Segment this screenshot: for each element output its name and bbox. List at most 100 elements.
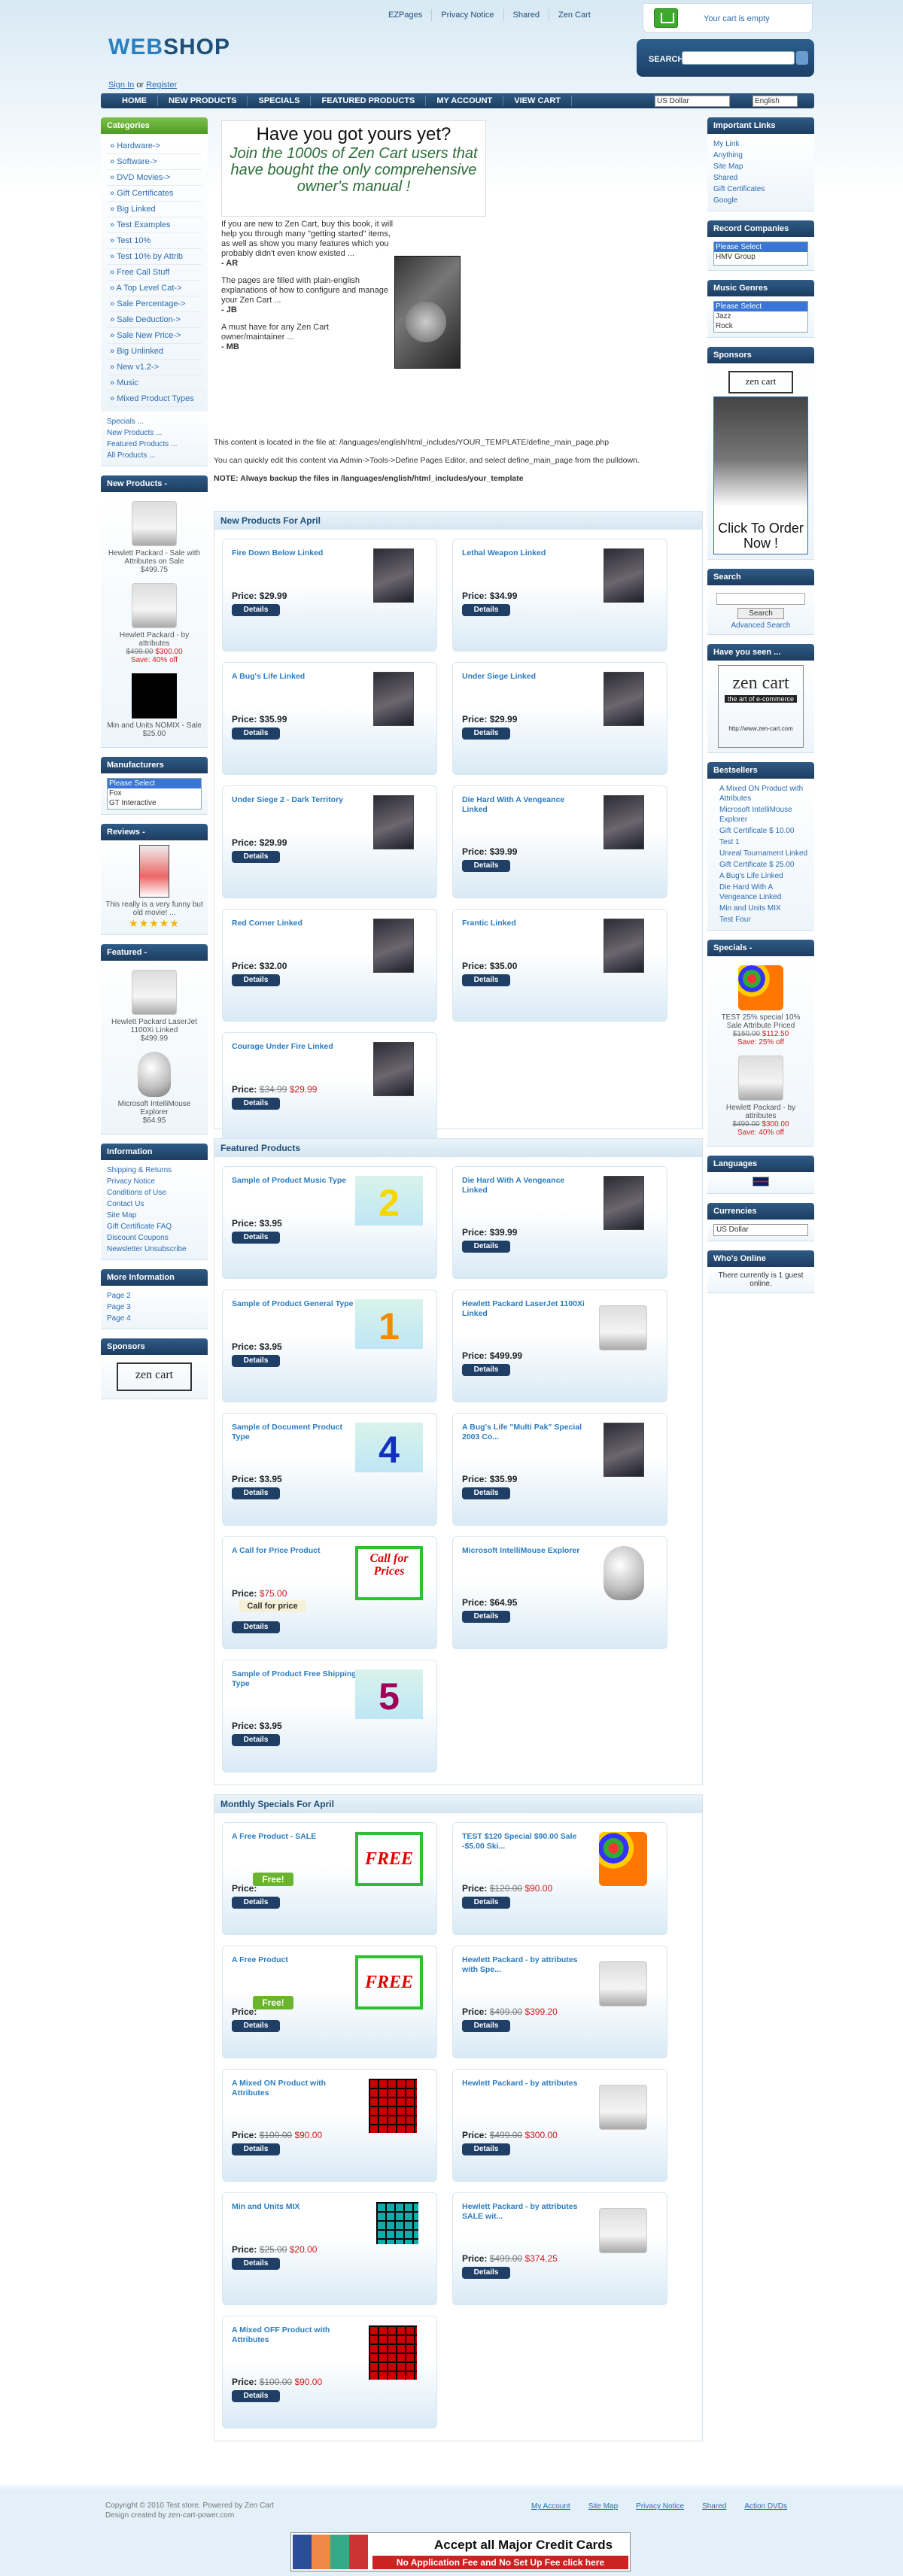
details-button[interactable]: Details [232,604,280,616]
information-link[interactable]: Shipping & Returns [107,1165,202,1176]
information-link[interactable]: Discount Coupons [107,1232,202,1244]
category-link[interactable]: New v1.2-> [107,360,202,375]
option[interactable]: HMV Group [714,252,807,262]
information-link[interactable]: Newsletter Unsubscribe [107,1244,202,1255]
bestseller-item[interactable]: Microsoft IntelliMouse Explorer [713,804,808,825]
product-card[interactable]: Sample of Document Product Type 4 Price: $… [222,1413,437,1526]
details-button[interactable]: Details [462,2267,510,2279]
register-link[interactable]: Register [146,80,177,90]
more-info-link[interactable]: Page 2 [107,1290,202,1302]
details-button[interactable]: Details [232,1897,280,1909]
product-image[interactable] [376,2202,418,2244]
product-image[interactable] [604,672,644,726]
side-product-name[interactable]: Microsoft IntelliMouse Explorer [107,1100,202,1116]
category-link[interactable]: Big Linked [107,202,202,217]
manual-box-image[interactable] [394,256,461,369]
product-card[interactable]: Sample of Product Free Shipping Type 5 Pri… [222,1660,437,1773]
details-button[interactable]: Details [232,1098,280,1110]
nav-new-products[interactable]: NEW PRODUCTS [158,96,248,106]
category-link[interactable]: Mixed Product Types [107,391,202,407]
product-card[interactable]: Frantic Linked Price: $35.00 Details [452,909,667,1022]
category-link[interactable]: Sale Deduction-> [107,312,202,328]
details-button[interactable]: Details [232,1355,280,1367]
category-shortcut-link[interactable]: Specials ... [107,416,202,427]
product-card[interactable]: A Mixed OFF Product with Attributes Price… [222,2316,437,2429]
category-link[interactable]: Sale New Price-> [107,328,202,344]
record-select[interactable]: Please Select HMV Group [713,242,808,266]
product-name[interactable]: A Bug's Life "Multi Pak" Special 2003 Co… [462,1423,590,1442]
product-name[interactable]: Hewlett Packard - by attributes with Spe… [462,1955,590,1975]
product-card[interactable]: Hewlett Packard LaserJet 1100Xi Linked Pr… [452,1290,667,1402]
product-name[interactable]: A Free Product - SALE [232,1832,360,1842]
details-button[interactable]: Details [232,974,280,986]
product-name[interactable]: Courage Under Fire Linked [232,1042,360,1052]
product-image[interactable] [599,2208,647,2253]
side-product[interactable]: Hewlett Packard LaserJet 1100Xi Linked $… [107,965,202,1047]
important-link[interactable]: Shared [713,172,808,184]
search-submit-button[interactable] [796,51,808,65]
ezpages-link[interactable]: EZPages [379,9,431,21]
product-image[interactable] [604,1423,644,1477]
product-image[interactable] [369,2325,417,2380]
nav-specials[interactable]: SPECIALS [248,96,312,106]
product-card[interactable]: A Call for Price Product Call for Prices P… [222,1536,437,1649]
mouse-image[interactable] [138,1052,171,1097]
product-card[interactable]: Die Hard With A Vengeance Linked Price: $… [452,785,667,898]
product-card[interactable]: A Free Product FREE Free! Price: Details [222,1946,437,2058]
category-link[interactable]: Sale Percentage-> [107,296,202,312]
details-button[interactable]: Details [232,1621,280,1633]
bestseller-item[interactable]: Unreal Tournament Linked [713,848,808,859]
privacy-link[interactable]: Privacy Notice [431,9,503,21]
details-button[interactable]: Details [232,2020,280,2032]
product-card[interactable]: TEST $120 Special $90.00 Sale -$5.00 Ski… [452,1822,667,1935]
product-name[interactable]: Sample of Document Product Type [232,1423,360,1442]
side-product-name[interactable]: Hewlett Packard - Sale with Attributes o… [107,549,202,566]
details-button[interactable]: Details [462,2143,510,2155]
footer-link[interactable]: Shared [693,2502,735,2511]
product-card[interactable]: Hewlett Packard - by attributes SALE wit… [452,2192,667,2305]
side-product[interactable]: Hewlett Packard - by attributes $499.00 … [713,1051,808,1141]
important-link[interactable]: Anything [713,150,808,161]
uk-flag-icon[interactable] [752,1177,769,1186]
details-button[interactable]: Details [232,728,280,740]
product-card[interactable]: Hewlett Packard - by attributes with Spe… [452,1946,667,2058]
side-product-name[interactable]: Min and Units NOMIX - Sale [107,721,202,730]
product-card[interactable]: A Free Product - SALE FREE Free! Price: Deta… [222,1822,437,1935]
category-link[interactable]: Gift Certificates [107,186,202,202]
footer-link[interactable]: Site Map [579,2502,627,2511]
buttons-image[interactable] [738,965,783,1010]
product-name[interactable]: Sample of Product General Type [232,1299,360,1309]
product-name[interactable]: A Call for Price Product [232,1546,360,1556]
option[interactable]: GT Interactive [108,798,201,808]
option[interactable]: Rock [714,321,807,331]
product-name[interactable]: Lethal Weapon Linked [462,548,590,558]
details-button[interactable]: Details [232,1232,280,1244]
product-card[interactable]: Under Siege Linked Price: $29.99 Details [452,662,667,775]
category-link[interactable]: Hardware-> [107,138,202,154]
nav-cart[interactable]: VIEW CART [503,96,573,106]
details-button[interactable]: Details [462,604,510,616]
footer-link[interactable]: Action DVDs [735,2502,796,2511]
category-shortcut-link[interactable]: New Products ... [107,427,202,439]
product-name[interactable]: Hewlett Packard - by attributes SALE wit… [462,2202,590,2222]
product-name[interactable]: Sample of Product Free Shipping Type [232,1669,360,1689]
side-currency-select[interactable]: US Dollar [713,1224,808,1236]
signin-link[interactable]: Sign In [108,80,134,90]
important-link[interactable]: Google [713,195,808,206]
product-card[interactable]: Die Hard With A Vengeance Linked Price: $… [452,1166,667,1279]
important-link[interactable]: Gift Certificates [713,184,808,195]
product-name[interactable]: Red Corner Linked [232,919,360,928]
details-button[interactable]: Details [462,2020,510,2032]
logo[interactable]: WEBSHOP [108,35,230,60]
order-ad[interactable]: Click To Order Now ! [713,396,808,554]
product-image[interactable] [373,919,414,973]
product-card[interactable]: Sample of Product Music Type 2 Price: $3.9… [222,1166,437,1279]
bestseller-item[interactable]: A Mixed ON Product with Attributes [713,783,808,804]
category-shortcut-link[interactable]: Featured Products ... [107,439,202,450]
product-name[interactable]: Die Hard With A Vengeance Linked [462,795,590,815]
product-card[interactable]: Courage Under Fire Linked Price: $34.99 $… [222,1032,437,1145]
product-name[interactable]: A Mixed ON Product with Attributes [232,2079,360,2098]
product-image[interactable] [604,548,644,603]
nav-home[interactable]: HOME [101,96,158,106]
product-name[interactable]: Fire Down Below Linked [232,548,360,558]
